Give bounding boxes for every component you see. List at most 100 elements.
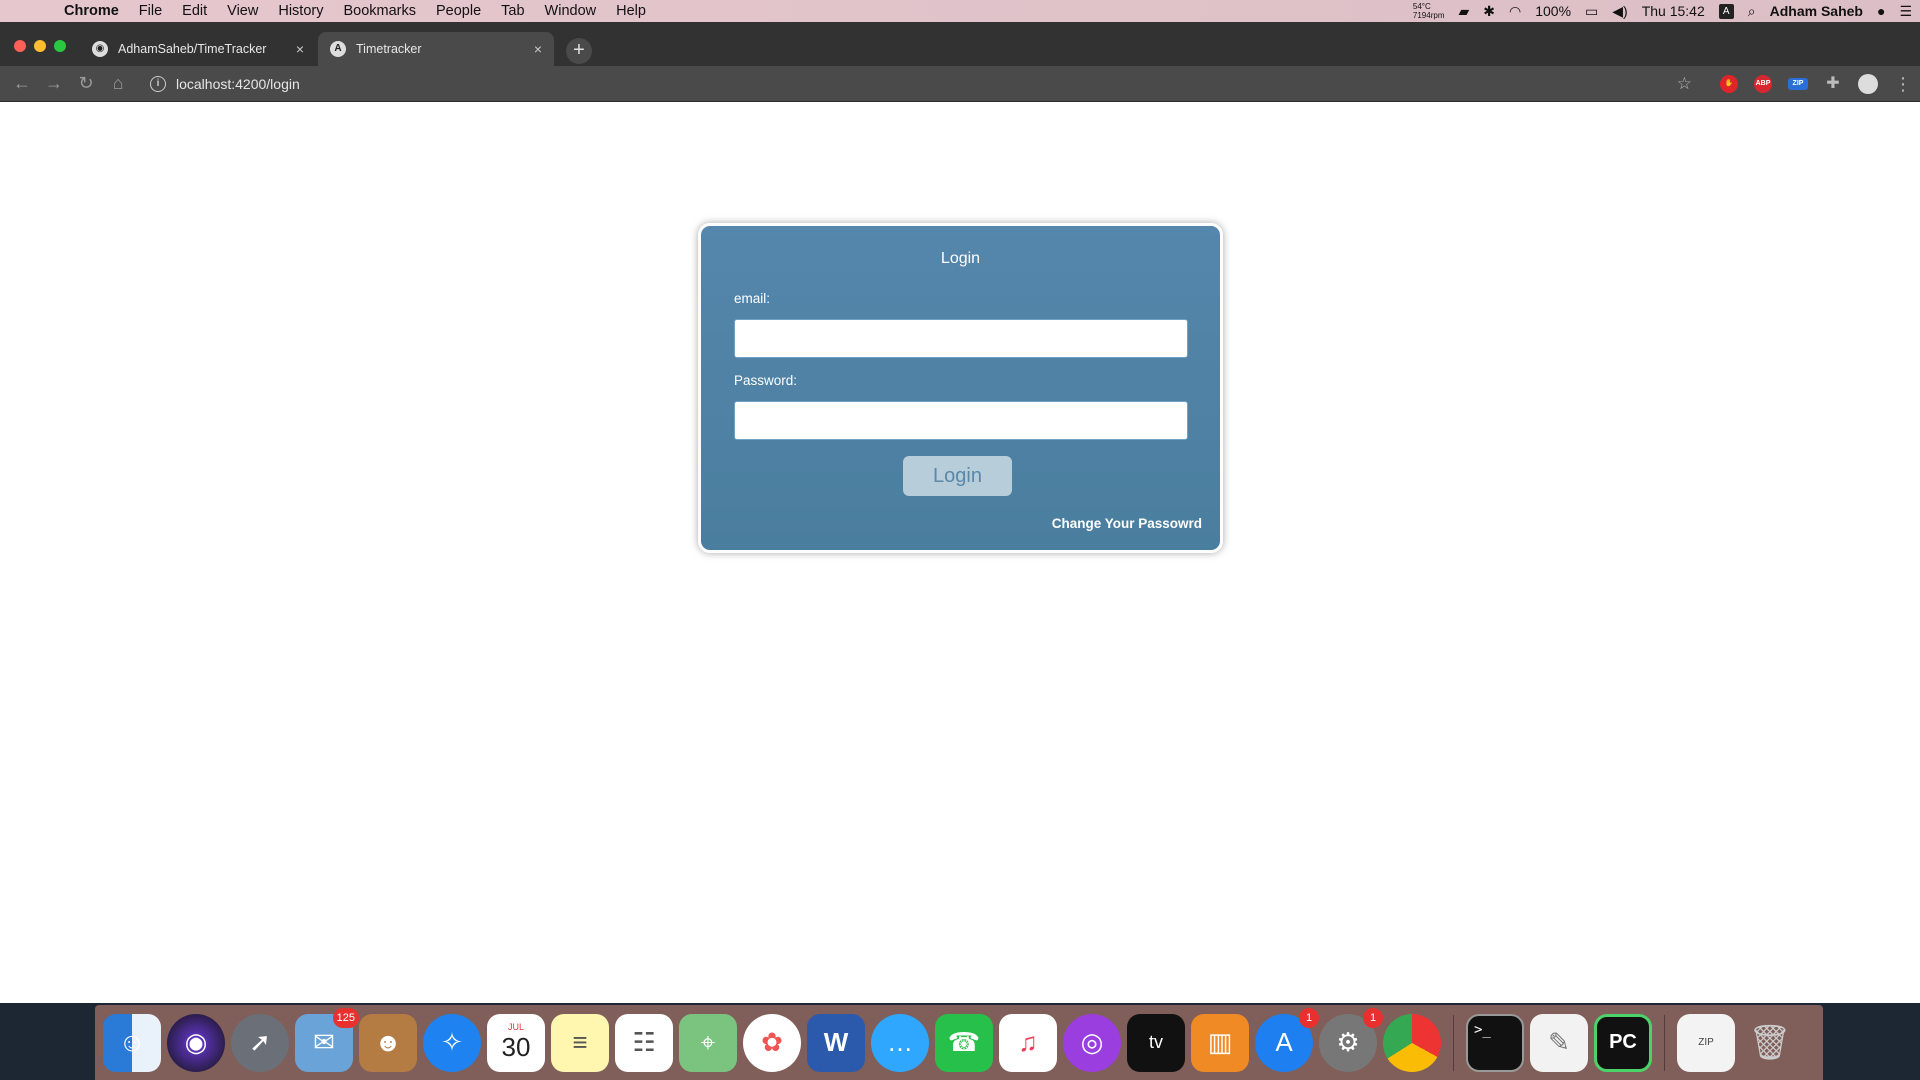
login-card: Login email: Password: Login Change Your… bbox=[698, 223, 1223, 553]
tab-github[interactable]: ◉ AdhamSaheb/TimeTracker × bbox=[80, 32, 316, 66]
menu-app-name[interactable]: Chrome bbox=[54, 3, 129, 19]
music-icon[interactable]: ♫ bbox=[999, 1013, 1057, 1072]
dock-separator bbox=[1664, 1014, 1665, 1071]
preferences-badge: 1 bbox=[1363, 1007, 1383, 1028]
minimize-window-button[interactable] bbox=[34, 40, 46, 52]
menu-bookmarks[interactable]: Bookmarks bbox=[333, 3, 426, 19]
browser-window: ◉ AdhamSaheb/TimeTracker × A Timetracker… bbox=[0, 22, 1920, 1003]
angular-icon: A bbox=[330, 41, 346, 57]
system-preferences-icon[interactable]: ⚙ 1 bbox=[1319, 1007, 1383, 1072]
terminal-icon[interactable]: >_ bbox=[1466, 1013, 1524, 1072]
finder-icon[interactable]: ☺ bbox=[103, 1013, 161, 1072]
email-field[interactable] bbox=[734, 319, 1188, 358]
battery-icon: ▭ bbox=[1585, 2, 1599, 19]
tab-timetracker[interactable]: A Timetracker × bbox=[318, 32, 554, 66]
menu-history[interactable]: History bbox=[268, 3, 333, 19]
adblock-plus-icon[interactable]: ABP bbox=[1754, 75, 1772, 93]
extensions-puzzle-icon[interactable]: ✚ bbox=[1824, 75, 1842, 93]
textedit-icon[interactable]: ✎ bbox=[1530, 1013, 1588, 1072]
safari-icon[interactable]: ✧ bbox=[423, 1013, 481, 1072]
menu-view[interactable]: View bbox=[217, 3, 268, 19]
notification-icon[interactable]: ▰ bbox=[1458, 3, 1469, 20]
mail-badge: 125 bbox=[332, 1007, 359, 1028]
calendar-icon[interactable]: JUL 30 bbox=[487, 1013, 545, 1072]
mail-icon[interactable]: ✉ 125 bbox=[295, 1007, 359, 1072]
clock[interactable]: Thu 15:42 bbox=[1642, 3, 1705, 19]
volume-icon[interactable]: ◀) bbox=[1612, 3, 1627, 20]
zip-extension-icon[interactable]: ZIP bbox=[1788, 78, 1808, 90]
forward-icon[interactable]: → bbox=[38, 73, 70, 94]
calendar-month: JUL bbox=[507, 1022, 524, 1032]
window-controls bbox=[14, 40, 66, 52]
user-name[interactable]: Adham Saheb bbox=[1770, 3, 1863, 19]
login-title: Login bbox=[940, 250, 981, 267]
maps-icon[interactable]: ⌖ bbox=[679, 1013, 737, 1072]
status-menus: 54°C 7194rpm ▰ ✱ ◠ 100% ▭ ◀) Thu 15:42 A… bbox=[1413, 0, 1912, 22]
fan-speed-value: 7194rpm bbox=[1412, 11, 1445, 20]
new-tab-button[interactable]: + bbox=[566, 38, 592, 64]
menu-help[interactable]: Help bbox=[606, 3, 656, 19]
apple-tv-icon[interactable]: tv bbox=[1127, 1013, 1185, 1072]
control-center-icon[interactable]: ☰ bbox=[1899, 3, 1912, 20]
close-tab-icon[interactable]: × bbox=[534, 41, 542, 57]
profile-avatar[interactable] bbox=[1858, 74, 1878, 94]
github-icon: ◉ bbox=[92, 41, 108, 57]
menu-people[interactable]: People bbox=[426, 3, 491, 19]
battery-percent[interactable]: 100% bbox=[1535, 3, 1571, 19]
input-source-icon[interactable]: A bbox=[1718, 3, 1734, 19]
app-store-icon[interactable]: A1 bbox=[1255, 1007, 1319, 1072]
word-icon[interactable]: W bbox=[807, 1013, 865, 1072]
extension-hand-icon[interactable]: ✋ bbox=[1720, 75, 1738, 93]
site-info-icon[interactable]: i bbox=[150, 76, 166, 92]
chrome-icon[interactable] bbox=[1383, 1013, 1441, 1072]
login-button[interactable]: Login bbox=[903, 456, 1012, 496]
chrome-menu-icon[interactable]: ⋮ bbox=[1894, 74, 1912, 95]
browser-toolbar: ← → ↻ ⌂ i localhost:4200/login ☆ ✋ ABP Z… bbox=[0, 66, 1920, 102]
email-label: email: bbox=[734, 291, 771, 306]
photos-icon[interactable]: ✿ bbox=[743, 1013, 801, 1072]
menu-window[interactable]: Window bbox=[535, 3, 607, 19]
menu-tab[interactable]: Tab bbox=[491, 3, 534, 19]
back-icon[interactable]: ← bbox=[6, 73, 38, 94]
tab-title: Timetracker bbox=[356, 42, 422, 56]
password-label: Password: bbox=[734, 373, 798, 388]
address-bar[interactable]: i localhost:4200/login bbox=[140, 70, 1660, 98]
siri-icon[interactable]: ● bbox=[1877, 3, 1885, 19]
contacts-icon[interactable]: ☻ bbox=[359, 1013, 417, 1072]
reload-icon[interactable]: ↻ bbox=[70, 73, 102, 94]
facetime-icon[interactable]: ☎ bbox=[935, 1013, 993, 1072]
temperature-readout[interactable]: 54°C 7194rpm bbox=[1413, 2, 1445, 20]
url-text[interactable]: localhost:4200/login bbox=[176, 76, 300, 92]
change-password-link[interactable]: Change Your Passowrd bbox=[1052, 516, 1202, 531]
home-icon[interactable]: ⌂ bbox=[102, 73, 134, 94]
tab-strip: ◉ AdhamSaheb/TimeTracker × A Timetracker… bbox=[0, 22, 1920, 66]
messages-icon[interactable]: … bbox=[871, 1013, 929, 1072]
wifi-icon[interactable]: ◠ bbox=[1509, 3, 1521, 20]
page-content: Login email: Password: Login Change Your… bbox=[0, 102, 1920, 1003]
toolbar-actions: ☆ ✋ ABP ZIP ✚ ⋮ bbox=[1677, 66, 1912, 102]
bluetooth-icon[interactable]: ✱ bbox=[1483, 3, 1495, 20]
bookmark-star-icon[interactable]: ☆ bbox=[1677, 74, 1692, 94]
dock: ☺ ◉ ➚ ✉ 125 ☻ ✧ JUL 30 ≡ ☷ ⌖ ✿ W … ☎ ♫ ◎ … bbox=[95, 1005, 1823, 1080]
app-store-badge: 1 bbox=[1299, 1007, 1319, 1028]
podcasts-icon[interactable]: ◎ bbox=[1063, 1013, 1121, 1072]
dock-separator bbox=[1453, 1014, 1454, 1071]
zoom-window-button[interactable] bbox=[54, 40, 66, 52]
reminders-icon[interactable]: ☷ bbox=[615, 1013, 673, 1072]
menu-file[interactable]: File bbox=[129, 3, 172, 19]
launchpad-icon[interactable]: ➚ bbox=[231, 1013, 289, 1072]
notes-icon[interactable]: ≡ bbox=[551, 1013, 609, 1072]
pycharm-icon[interactable]: PC bbox=[1594, 1013, 1652, 1072]
password-field[interactable] bbox=[734, 401, 1188, 440]
calendar-day: 30 bbox=[501, 1032, 531, 1062]
siri-app-icon[interactable]: ◉ bbox=[167, 1013, 225, 1072]
menu-bar: Chrome File Edit View History Bookmarks … bbox=[0, 0, 1920, 22]
close-window-button[interactable] bbox=[14, 40, 26, 52]
archive-icon[interactable]: ZIP bbox=[1677, 1013, 1735, 1072]
menu-edit[interactable]: Edit bbox=[172, 3, 217, 19]
close-tab-icon[interactable]: × bbox=[296, 41, 304, 57]
spotlight-search-icon[interactable]: ⌕ bbox=[1748, 3, 1756, 20]
trash-icon[interactable]: 🗑 bbox=[1741, 1014, 1799, 1072]
books-icon[interactable]: ▥ bbox=[1191, 1013, 1249, 1072]
tab-title: AdhamSaheb/TimeTracker bbox=[118, 42, 267, 56]
